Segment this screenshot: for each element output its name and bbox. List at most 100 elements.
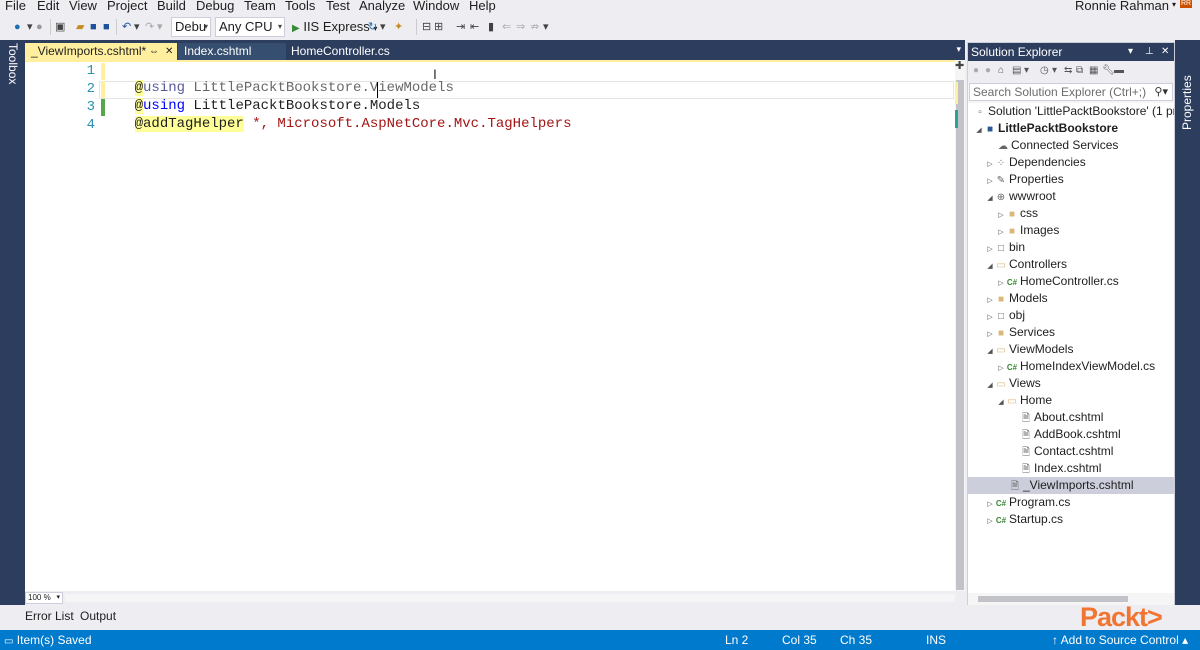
tree-node-solution[interactable]: ▫ Solution 'LittlePacktBookstore' (1 pr bbox=[974, 103, 1174, 120]
undo-icon[interactable]: ↶ bbox=[122, 20, 131, 34]
menu-debug[interactable]: Debug bbox=[196, 0, 234, 13]
user-name[interactable]: Ronnie Rahman bbox=[1075, 0, 1169, 13]
split-window-icon[interactable]: ✚ bbox=[955, 60, 964, 72]
zoom-select[interactable]: 100 % ▾ bbox=[25, 592, 63, 604]
chevron-down-icon[interactable]: ▾ bbox=[1052, 65, 1057, 76]
expanded-arrow-icon[interactable]: ◢ bbox=[985, 343, 995, 360]
indent-icon[interactable]: ⇥ bbox=[456, 20, 465, 34]
tree-node-css[interactable]: ▷ ■ css bbox=[996, 205, 1038, 222]
search-icon[interactable]: ⚲▾ bbox=[1154, 84, 1168, 100]
tree-node-viewimports[interactable]: 🗎︎ _ViewImports.cshtml bbox=[968, 477, 1174, 494]
pin-icon[interactable]: ⇔ bbox=[149, 43, 159, 60]
chevron-down-icon[interactable]: ▾ bbox=[1172, 0, 1176, 9]
properties-tab[interactable]: Properties bbox=[1180, 75, 1194, 130]
tree-node-contact[interactable]: 🗎︎ Contact.cshtml bbox=[1020, 443, 1113, 460]
code-editor[interactable]: 1 2 3 4 @using LittlePacktBookstore.View… bbox=[25, 60, 955, 591]
back-icon[interactable]: ● bbox=[973, 65, 979, 76]
menu-view[interactable]: View bbox=[69, 0, 97, 13]
menu-project[interactable]: Project bbox=[107, 0, 147, 13]
tree-node-models[interactable]: ▷ ■ Models bbox=[985, 290, 1047, 307]
toolbar-options-icon[interactable]: ▾ bbox=[543, 20, 549, 34]
save-icon[interactable]: ■ bbox=[90, 20, 97, 34]
find-in-files-icon[interactable]: ⊟ bbox=[422, 20, 431, 34]
show-all-files-icon[interactable]: ▦ bbox=[1089, 65, 1098, 76]
bookmark-icon[interactable]: ▮ bbox=[488, 20, 494, 34]
close-icon[interactable]: ✕ bbox=[165, 43, 173, 60]
save-all-icon[interactable]: ■ bbox=[103, 20, 110, 34]
tab-index-cshtml[interactable]: Index.cshtml bbox=[178, 43, 286, 60]
tree-node-wwwroot[interactable]: ◢ ⊕ wwwroot bbox=[985, 188, 1055, 207]
expanded-arrow-icon[interactable]: ◢ bbox=[985, 190, 995, 207]
prev-bookmark-icon[interactable]: ⇐ bbox=[502, 20, 511, 34]
clear-bookmarks-icon[interactable]: ⇏ bbox=[530, 20, 539, 34]
menu-test[interactable]: Test bbox=[326, 0, 350, 13]
outdent-icon[interactable]: ⇤ bbox=[470, 20, 479, 34]
tree-node-addbook[interactable]: 🗎︎ AddBook.cshtml bbox=[1020, 426, 1121, 443]
dropdown-arrow-icon[interactable]: ▾ bbox=[380, 20, 386, 34]
tab-error-list[interactable]: Error List bbox=[25, 609, 74, 623]
tree-node-services[interactable]: ▷ ■ Services bbox=[985, 324, 1055, 341]
tree-node-views[interactable]: ◢ ▭ Views bbox=[985, 375, 1041, 392]
collapsed-arrow-icon[interactable]: ▷ bbox=[985, 513, 995, 530]
navigate-forward-icon[interactable]: ● bbox=[36, 20, 43, 34]
expanded-arrow-icon[interactable]: ◢ bbox=[974, 122, 984, 139]
start-debugging-button[interactable]: ▶ IIS Express ▾ bbox=[292, 18, 377, 36]
tree-node-connected-services[interactable]: ☁ Connected Services bbox=[997, 137, 1118, 154]
refresh-icon[interactable]: ↻ bbox=[368, 20, 377, 34]
chevron-down-icon[interactable]: ▾ bbox=[1024, 65, 1029, 76]
expanded-arrow-icon[interactable]: ◢ bbox=[985, 377, 995, 394]
redo-icon[interactable]: ↷ bbox=[145, 20, 154, 34]
solution-platform-select[interactable]: Any CPU ▾ bbox=[215, 17, 285, 37]
dropdown-arrow-icon[interactable]: ▾ bbox=[134, 20, 140, 34]
tab-homecontroller[interactable]: HomeController.cs bbox=[287, 43, 427, 60]
new-project-icon[interactable]: ▣ bbox=[55, 20, 65, 34]
tree-node-obj[interactable]: ▷ □ obj bbox=[985, 307, 1025, 324]
tree-node-homecontroller[interactable]: ▷ C# HomeController.cs bbox=[996, 273, 1118, 290]
editor-horizontal-scrollbar[interactable] bbox=[65, 594, 955, 602]
close-icon[interactable]: ✕ bbox=[1161, 43, 1169, 61]
solution-explorer-search[interactable]: Search Solution Explorer (Ctrl+;) ⚲▾ bbox=[969, 83, 1173, 101]
user-badge[interactable]: RR bbox=[1180, 0, 1192, 8]
dropdown-arrow-icon[interactable]: ▾ bbox=[157, 20, 163, 34]
tree-node-index[interactable]: 🗎︎ Index.cshtml bbox=[1020, 460, 1101, 477]
collapse-all-icon[interactable]: ⧉ bbox=[1076, 65, 1083, 76]
browser-link-icon[interactable]: ✦ bbox=[394, 20, 403, 34]
home-icon[interactable]: ⌂ bbox=[998, 65, 1004, 76]
tree-node-about[interactable]: 🗎︎ About.cshtml bbox=[1020, 409, 1103, 426]
pin-icon[interactable]: ⊥ bbox=[1145, 43, 1154, 61]
open-file-icon[interactable]: ▰ bbox=[76, 20, 84, 34]
sync-icon[interactable]: ⇆ bbox=[1064, 65, 1072, 76]
wrench-icon[interactable]: 🔧︎ bbox=[1102, 65, 1115, 76]
tree-node-dependencies[interactable]: ▷ ⁘ Dependencies bbox=[985, 154, 1085, 171]
tab-overflow-chevron-icon[interactable]: ▾ bbox=[956, 44, 961, 55]
add-to-source-control-button[interactable]: ↑ Add to Source Control ▴ bbox=[1052, 633, 1188, 647]
scrollbar-thumb[interactable] bbox=[956, 80, 964, 590]
solution-explorer-icon[interactable]: ⊞ bbox=[434, 20, 443, 34]
tree-node-controllers[interactable]: ◢ ▭ Controllers bbox=[985, 256, 1067, 273]
tree-node-startup[interactable]: ▷ C# Startup.cs bbox=[985, 511, 1063, 528]
expanded-arrow-icon[interactable]: ◢ bbox=[996, 394, 1006, 411]
menu-team[interactable]: Team bbox=[244, 0, 276, 13]
menu-edit[interactable]: Edit bbox=[37, 0, 59, 13]
window-position-chevron-icon[interactable]: ▾ bbox=[1128, 43, 1133, 61]
tree-node-homeindexviewmodel[interactable]: ▷ C# HomeIndexViewModel.cs bbox=[996, 358, 1155, 375]
tree-node-project[interactable]: ◢ ■ LittlePacktBookstore bbox=[974, 120, 1118, 137]
pending-changes-filter-icon[interactable]: ◷ bbox=[1040, 65, 1049, 76]
toolbox-tab[interactable]: Toolbox bbox=[6, 43, 20, 84]
tab-viewimports[interactable]: _ViewImports.cshtml* ⇔ ✕ bbox=[25, 43, 177, 60]
tree-node-properties[interactable]: ▷ ✎ Properties bbox=[985, 171, 1063, 188]
tree-node-program[interactable]: ▷ C# Program.cs bbox=[985, 494, 1070, 511]
tree-node-home[interactable]: ◢ ▭ Home bbox=[996, 392, 1052, 409]
menu-analyze[interactable]: Analyze bbox=[359, 0, 405, 13]
menu-help[interactable]: Help bbox=[469, 0, 496, 13]
tree-node-bin[interactable]: ▷ □ bin bbox=[985, 239, 1025, 256]
next-bookmark-icon[interactable]: ⇒ bbox=[516, 20, 525, 34]
menu-build[interactable]: Build bbox=[157, 0, 186, 13]
solution-configuration-select[interactable]: Debu ▾ bbox=[171, 17, 211, 37]
switch-views-icon[interactable]: ▤ bbox=[1012, 65, 1021, 76]
tree-node-viewmodels[interactable]: ◢ ▭ ViewModels bbox=[985, 341, 1073, 358]
preview-icon[interactable]: ▬ bbox=[1114, 65, 1124, 76]
menu-tools[interactable]: Tools bbox=[285, 0, 315, 13]
forward-icon[interactable]: ● bbox=[985, 65, 991, 76]
menu-window[interactable]: Window bbox=[413, 0, 459, 13]
